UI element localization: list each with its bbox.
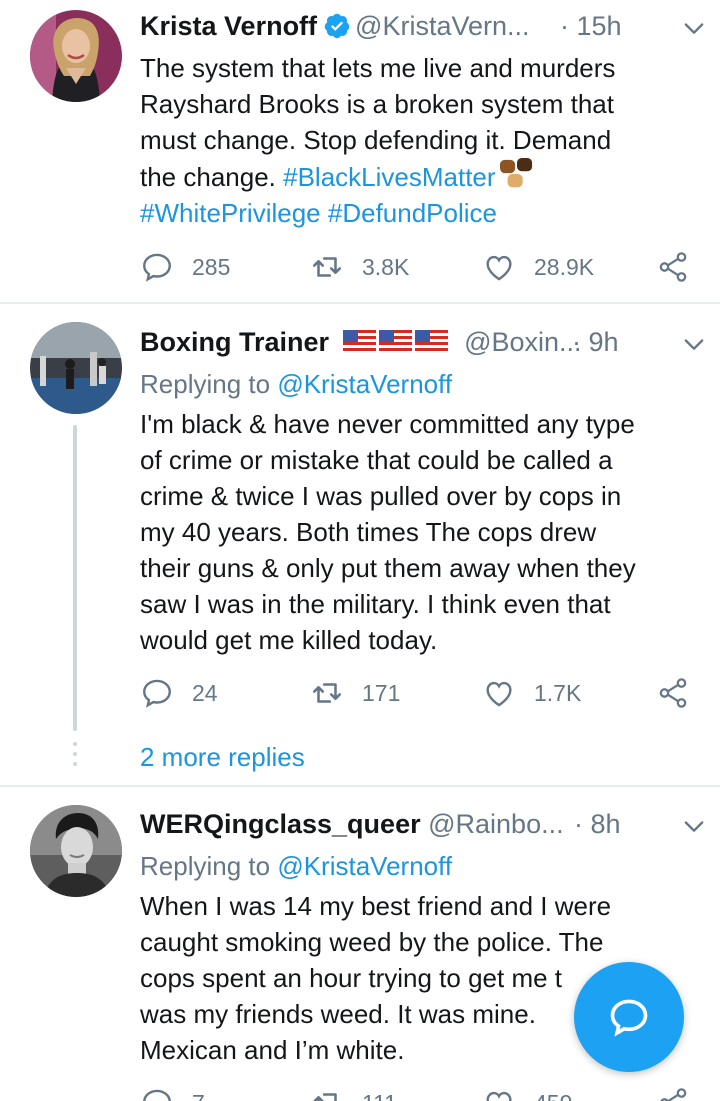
text-line: The system that lets me live and murders xyxy=(140,53,616,83)
tweet-time[interactable]: · 15h xyxy=(560,6,622,46)
text-line: their guns & only put them away when the… xyxy=(140,553,636,583)
us-flag-icon xyxy=(414,330,448,354)
author-handle[interactable]: @Boxin... xyxy=(464,327,581,357)
avatar[interactable] xyxy=(30,322,122,414)
more-replies-link[interactable]: 2 more replies xyxy=(140,739,305,775)
tweet-actions: 24 171 1.7K xyxy=(140,673,700,713)
text-segment: the change. xyxy=(140,162,284,192)
tweet-text: I'm black & have never committed any typ… xyxy=(140,406,700,658)
tweet-actions: 7 111 459 xyxy=(140,1083,700,1101)
hashtag-whiteprivilege[interactable]: #WhitePrivilege xyxy=(140,198,321,228)
tweet-actions: 285 3.8K 28.9K xyxy=(140,247,700,287)
avatar[interactable] xyxy=(30,805,122,897)
text-line: When I was 14 my best friend and I were xyxy=(140,891,612,921)
text-line: I'm black & have never committed any typ… xyxy=(140,409,635,439)
raised-fists-emoji-icon xyxy=(499,158,532,188)
us-flag-icon xyxy=(378,330,412,354)
share-icon[interactable] xyxy=(656,676,690,710)
retweet-button[interactable]: 171 xyxy=(310,673,400,713)
text-line: the change. #BlackLivesMatter xyxy=(140,158,700,195)
like-count: 28.9K xyxy=(534,253,595,280)
reply-button[interactable]: 24 xyxy=(140,673,218,713)
reply-icon xyxy=(143,679,171,708)
like-button[interactable]: 459 xyxy=(482,1083,572,1101)
tweet-text: The system that lets me live and murders… xyxy=(140,50,700,231)
hashtag-defundpolice[interactable]: #DefundPolice xyxy=(328,198,497,228)
chevron-down-icon[interactable] xyxy=(680,812,708,840)
tweet-time[interactable]: · 8h xyxy=(574,804,621,844)
thread-line xyxy=(73,425,77,731)
reply-button[interactable]: 285 xyxy=(140,247,230,287)
retweet-icon xyxy=(312,257,342,277)
text-line: caught smoking weed by the police. The xyxy=(140,927,604,957)
reply-count: 7 xyxy=(192,1090,205,1101)
time-separator: · xyxy=(574,809,583,839)
author-name[interactable]: WERQingclass_queer xyxy=(140,809,421,839)
tweet-krista-vernoff[interactable]: Krista Vernoff @KristaVern... · 15h The s… xyxy=(0,0,720,303)
text-line: must change. Stop defending it. Demand xyxy=(140,125,612,155)
timestamp: 15h xyxy=(576,11,622,41)
time-separator: · xyxy=(560,11,569,41)
text-line: my 40 years. Both times The cops drew xyxy=(140,517,597,547)
retweet-count: 171 xyxy=(362,679,401,706)
author-handle[interactable]: @KristaVern... xyxy=(355,11,529,41)
reply-icon xyxy=(143,253,171,282)
retweet-count: 3.8K xyxy=(362,253,410,280)
time-separator: · xyxy=(572,327,581,357)
chevron-down-icon[interactable] xyxy=(680,14,708,42)
retweet-button[interactable]: 111 xyxy=(310,1083,397,1101)
like-button[interactable]: 1.7K xyxy=(482,673,581,713)
like-count: 1.7K xyxy=(534,679,582,706)
text-line: #WhitePrivilege #DefundPolice xyxy=(140,195,700,231)
like-icon xyxy=(486,1091,512,1101)
like-icon xyxy=(486,681,512,707)
retweet-icon xyxy=(312,683,342,703)
retweet-count: 111 xyxy=(362,1090,397,1101)
replying-to: Replying to @KristaVernoff xyxy=(140,848,452,884)
replying-label: Replying to xyxy=(140,369,278,399)
author-name[interactable]: Krista Vernoff xyxy=(140,11,317,41)
reply-count: 285 xyxy=(192,253,231,280)
replying-to: Replying to @KristaVernoff xyxy=(140,366,452,402)
text-line: crime & twice I was pulled over by cops … xyxy=(140,481,622,511)
mention-kristavernoff[interactable]: @KristaVernoff xyxy=(277,851,452,881)
retweet-button[interactable]: 3.8K xyxy=(310,247,409,287)
mention-kristavernoff[interactable]: @KristaVernoff xyxy=(277,369,452,399)
text-line: saw I was in the military. I think even … xyxy=(140,589,611,619)
hashtag-blacklivesmatter[interactable]: #BlackLivesMatter xyxy=(283,162,495,192)
like-icon xyxy=(486,255,512,281)
reply-button[interactable]: 7 xyxy=(140,1083,205,1101)
tweet-time[interactable]: · 9h xyxy=(572,322,619,362)
text-line: of crime or mistake that could be called… xyxy=(140,445,613,475)
timestamp: 8h xyxy=(590,809,621,839)
reply-count: 24 xyxy=(192,679,218,706)
like-button[interactable]: 28.9K xyxy=(482,247,594,287)
replying-label: Replying to xyxy=(140,851,278,881)
share-icon[interactable] xyxy=(656,250,690,284)
tweet-boxing-trainer[interactable]: Boxing Trainer @Boxin... · 9h Replying t… xyxy=(0,304,720,784)
text-line: Rayshard Brooks is a broken system that xyxy=(140,89,614,119)
timestamp: 9h xyxy=(588,327,619,357)
us-flag-icon xyxy=(342,330,376,354)
retweet-icon xyxy=(313,1093,337,1101)
compose-reply-button[interactable] xyxy=(574,962,684,1072)
chevron-down-icon[interactable] xyxy=(680,330,708,358)
author-name[interactable]: Boxing Trainer xyxy=(140,327,329,357)
text-line: would get me killed today. xyxy=(140,625,438,655)
share-icon[interactable] xyxy=(656,1086,690,1101)
verified-badge-icon xyxy=(324,13,350,39)
reply-icon xyxy=(143,1089,171,1101)
compose-reply-icon xyxy=(610,999,648,1037)
thread-dots xyxy=(73,742,77,772)
author-handle[interactable]: @Rainbo... xyxy=(428,809,563,839)
avatar[interactable] xyxy=(30,10,122,102)
like-count: 459 xyxy=(534,1090,572,1101)
